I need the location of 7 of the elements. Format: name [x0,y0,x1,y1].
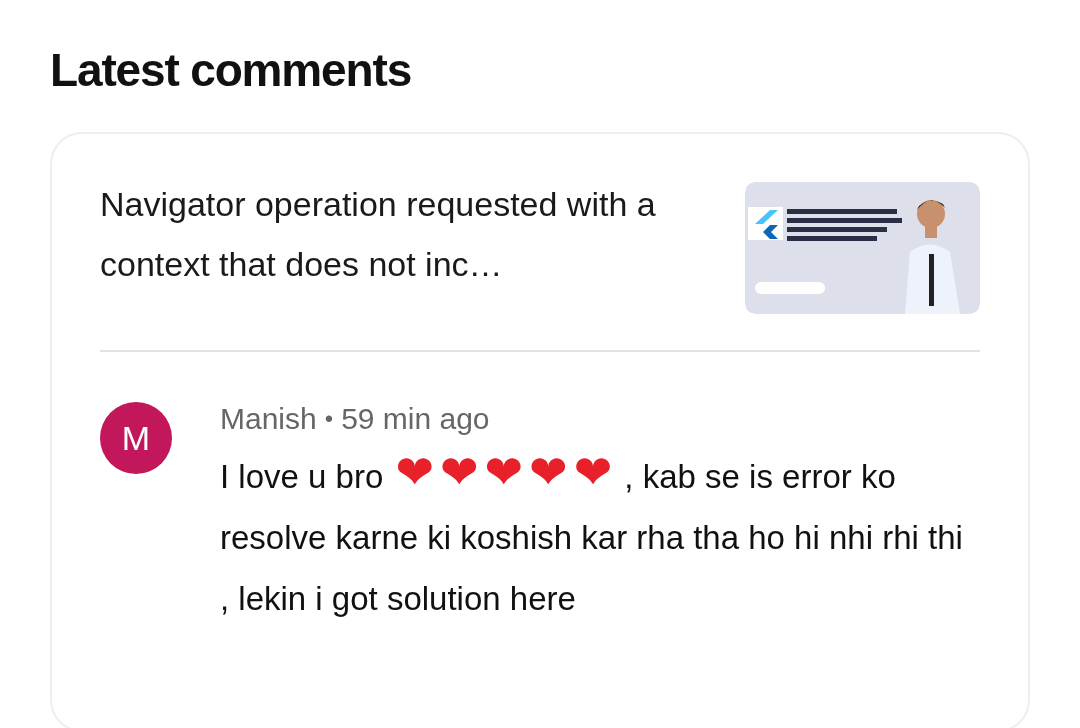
post-title[interactable]: Navigator operation requested with a context that does not inc… [100,174,690,294]
separator-dot: • [324,404,334,434]
comment-text: I love u bro ❤❤❤❤❤ , kab se is error ko resolve karne ki koshish kar rha tha ho hi nhi rhi thi , lekin i got solution here [220,446,964,619]
avatar: M [100,402,172,474]
comment-time: 59 min ago [341,401,490,437]
author-name: Manish [220,401,317,437]
section-title: Latest comments [50,43,413,98]
